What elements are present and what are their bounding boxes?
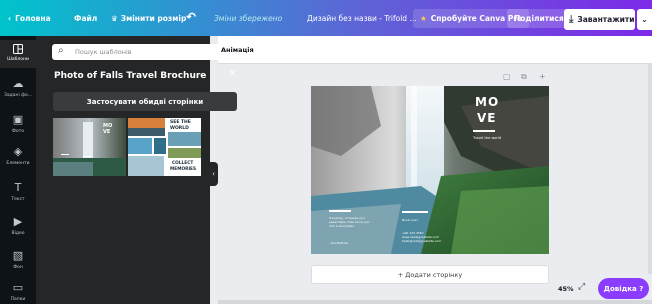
share-button[interactable]: Поділитися xyxy=(507,9,571,28)
background-icon: ▧ xyxy=(12,249,24,262)
file-menu[interactable]: Файл xyxy=(74,14,97,23)
add-page-icon[interactable]: + xyxy=(539,72,546,81)
rail-label: Елементи xyxy=(6,161,30,166)
rail-item-elements[interactable]: ◈ Елементи xyxy=(0,145,36,167)
mid-email[interactable]: hello@reallygreatsite.com xyxy=(402,239,441,243)
rail-item-background[interactable]: ▧ Фон xyxy=(0,249,36,271)
add-page-button[interactable]: + Додати сторінку xyxy=(311,265,549,284)
folder-icon: ▭ xyxy=(12,281,24,294)
chevron-down-icon[interactable]: ⌄ xyxy=(637,9,652,30)
template-thumbnail-1[interactable]: MO VE xyxy=(53,118,126,176)
home-label: Головна xyxy=(15,14,51,23)
editor-toolbar: Анімація xyxy=(218,36,652,64)
chevron-left-icon: ‹ xyxy=(8,14,12,23)
panel-title: Photo of Falls Travel Brochure xyxy=(54,71,207,81)
rail-item-templates[interactable]: Шаблони xyxy=(0,40,36,68)
template-thumbnail-2[interactable]: SEE THE WORLD COLLECT MEMORIES xyxy=(128,118,201,176)
chevron-left-icon: ‹ xyxy=(212,170,215,178)
rail-label: Текст xyxy=(11,197,25,202)
rail-label: Фото xyxy=(11,129,24,134)
help-button[interactable]: Довідка ? xyxy=(598,278,649,299)
rail-item-text[interactable]: T Текст xyxy=(0,181,36,203)
download-label: Завантажити xyxy=(577,15,635,24)
text-icon: T xyxy=(14,181,22,194)
duplicate-page-icon[interactable]: ⧉ xyxy=(521,72,527,82)
left-caption[interactable]: Traveling - it leaves you speechless, th… xyxy=(329,216,371,228)
left-caption-author[interactable]: - Ibn Battuta xyxy=(329,241,348,245)
rail-item-video[interactable]: ▶ Відео xyxy=(0,215,36,237)
rail-label: Задані фо... xyxy=(3,93,33,98)
side-rail: Шаблони ☁ Задані фо... ▣ Фото ◈ Елементи… xyxy=(0,36,36,304)
home-button[interactable]: ‹ Головна xyxy=(8,14,51,23)
rail-label: Папки xyxy=(10,297,26,302)
note-icon[interactable]: ▢ xyxy=(503,72,511,81)
mid-caption-divider xyxy=(402,211,428,213)
search-placeholder: Пошук шаблонів xyxy=(75,48,132,56)
search-field[interactable]: ⌕ Пошук шаблонів ☰ xyxy=(52,44,235,60)
horizontal-scrollbar[interactable] xyxy=(218,300,652,304)
headline-divider xyxy=(473,130,495,132)
fullscreen-icon[interactable]: ⤢ xyxy=(578,282,585,292)
rail-item-folders[interactable]: ▭ Папки xyxy=(0,281,36,303)
saved-status: Зміни збережено xyxy=(214,14,283,23)
headline-line-2[interactable]: VE xyxy=(477,111,496,125)
search-icon: ⌕ xyxy=(58,45,64,56)
top-bar: ‹ Головна Файл ♛ Змінити розмір ↶ Зміни … xyxy=(0,0,652,36)
templates-icon xyxy=(13,44,23,54)
download-button[interactable]: ⤓ Завантажити xyxy=(564,9,635,30)
crown-icon: ♛ xyxy=(111,14,118,23)
waterfall-photo xyxy=(311,86,549,254)
design-page[interactable]: MO VE Travel the world Traveling - it le… xyxy=(311,86,549,254)
animation-button[interactable]: Анімація xyxy=(221,46,254,54)
tagline[interactable]: Travel the world xyxy=(473,136,501,140)
thumbnail-2-heading-3: COLLECT xyxy=(172,161,194,166)
collapse-panel-button[interactable]: ‹ xyxy=(209,162,218,186)
rail-item-uploads[interactable]: ☁ Задані фо... xyxy=(0,77,36,99)
video-icon: ▶ xyxy=(13,215,23,228)
apply-all-pages-button[interactable]: Застосувати обидві сторінки xyxy=(53,92,237,111)
resize-button[interactable]: ♛ Змінити розмір xyxy=(111,14,186,23)
thumbnail-2-heading-2: WORLD xyxy=(170,126,189,131)
rail-label: Відео xyxy=(11,231,25,236)
thumbnail-2-heading-4: MEMORIES xyxy=(170,167,197,172)
elements-icon: ◈ xyxy=(13,145,23,158)
thumbnail-2-heading-1: SEE THE xyxy=(170,120,191,125)
vertical-scrollbar[interactable] xyxy=(648,64,652,274)
resize-label: Змінити розмір xyxy=(120,14,187,23)
download-icon: ⤓ xyxy=(569,14,574,25)
document-title[interactable]: Дизайн без назви - Trifold ... xyxy=(307,14,417,23)
left-caption-divider xyxy=(329,210,351,212)
mid-caption[interactable]: Book now! xyxy=(402,218,418,222)
thumbnail-1-title: MO VE xyxy=(103,123,113,135)
zoom-level[interactable]: 45% xyxy=(558,285,574,293)
uploads-icon: ☁ xyxy=(12,77,24,90)
rail-item-photos[interactable]: ▣ Фото xyxy=(0,113,36,135)
photos-icon: ▣ xyxy=(12,113,24,126)
templates-panel: ⌕ Пошук шаблонів ☰ Photo of Falls Travel… xyxy=(36,36,237,304)
rail-label: Шаблони xyxy=(7,57,29,62)
rail-label: Фон xyxy=(13,265,23,270)
close-icon[interactable]: ✕ xyxy=(228,68,236,79)
undo-icon[interactable]: ↶ xyxy=(186,10,196,24)
headline-line-1[interactable]: MO xyxy=(475,95,499,109)
star-icon: ★ xyxy=(420,14,427,23)
